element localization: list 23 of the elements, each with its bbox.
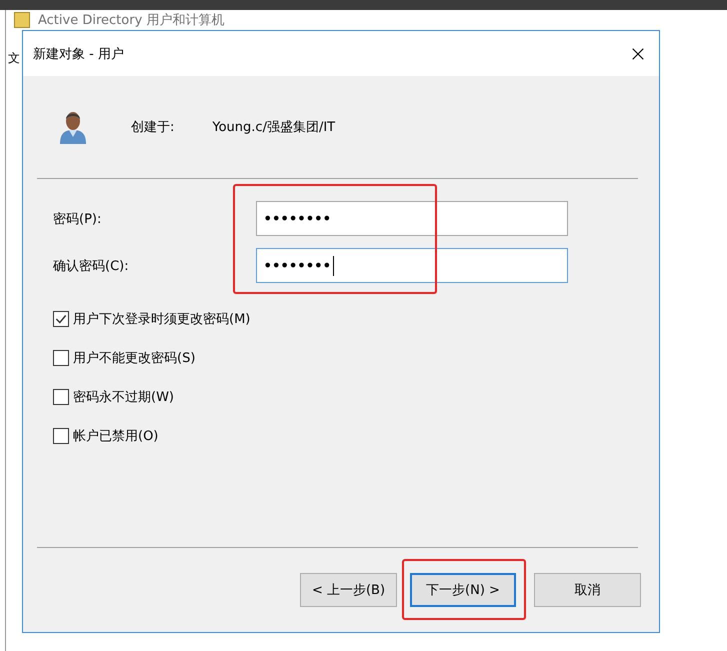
close-icon[interactable] — [631, 46, 645, 60]
container-path: Young.c/强盛集团/IT — [212, 119, 336, 136]
checkbox-label[interactable]: 密码永不过期(W) — [73, 388, 174, 406]
field-label: 确认密码(C): — [53, 258, 130, 274]
checkbox-label[interactable]: 用户下次登录时须更改密码(M) — [73, 310, 250, 328]
dialog-button[interactable]: 下一步(N) > — [410, 573, 516, 607]
checkbox[interactable] — [53, 350, 69, 366]
user-icon — [57, 109, 89, 145]
checkbox[interactable] — [53, 310, 69, 326]
created-in-label: 创建于: — [131, 119, 174, 136]
dialog-title: 新建对象 - 用户 — [33, 46, 124, 62]
checkbox[interactable] — [53, 428, 69, 444]
folder-icon — [14, 12, 30, 28]
dialog-button[interactable]: < 上一步(B) — [300, 573, 397, 607]
checkbox[interactable] — [53, 388, 69, 404]
dialog-button[interactable]: 取消 — [534, 573, 641, 607]
checkbox-label[interactable]: 帐户已禁用(O) — [73, 426, 158, 444]
checkbox-label[interactable]: 用户不能更改密码(S) — [73, 348, 196, 366]
password-field[interactable]: •••••••• — [256, 201, 568, 236]
field-label: 密码(P): — [53, 210, 102, 228]
window-title: Active Directory 用户和计算机 — [38, 12, 224, 28]
menu-item[interactable]: 文 — [8, 51, 20, 65]
password-field[interactable]: •••••••• — [256, 248, 568, 283]
